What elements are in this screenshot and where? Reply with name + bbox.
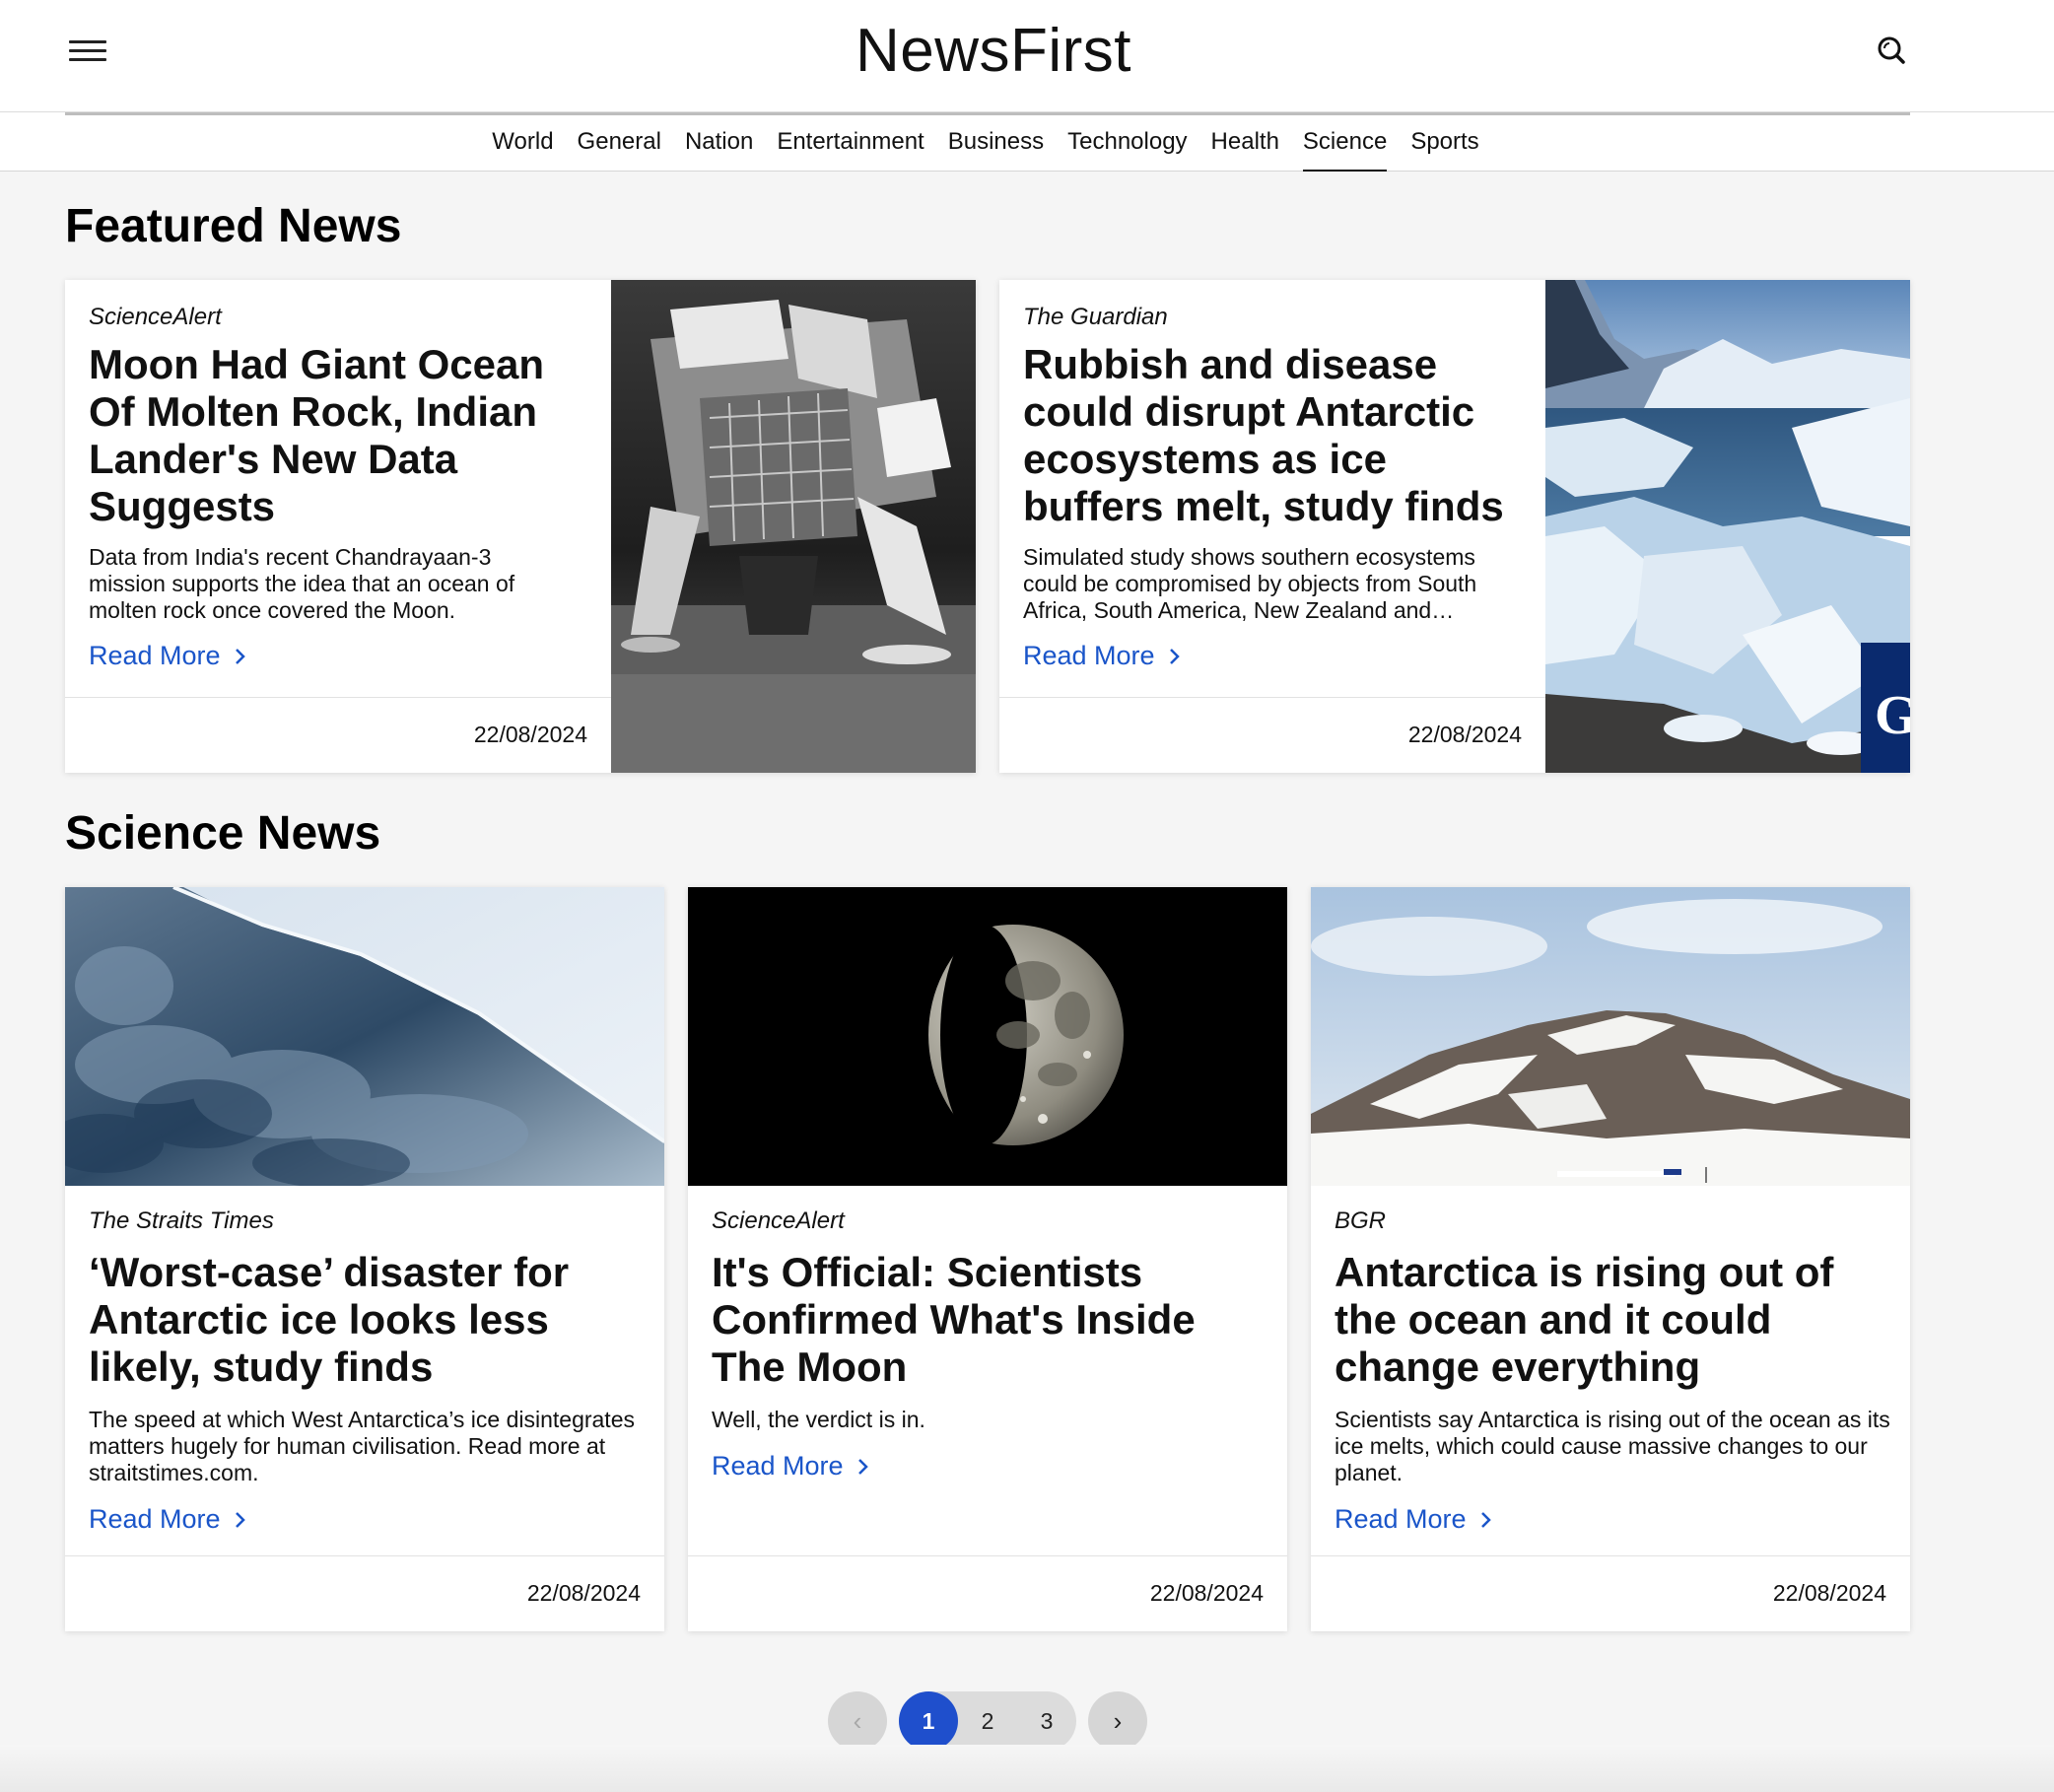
article-source: The Guardian xyxy=(1023,304,1168,330)
article-date: 22/08/2024 xyxy=(1772,1580,1886,1606)
chevron-right-icon xyxy=(235,1511,245,1528)
page-number-group: 1 2 3 xyxy=(899,1691,1076,1751)
read-more-label: Read More xyxy=(1335,1504,1467,1534)
article-description: Data from India's recent Chandrayaan-3 m… xyxy=(89,544,515,623)
article-date: 22/08/2024 xyxy=(1149,1580,1264,1606)
article-image-ice-shelf[interactable] xyxy=(65,887,664,1186)
header: NewsFirst xyxy=(0,0,2054,112)
card-footer: 22/08/2024 xyxy=(688,1555,1287,1631)
news-card[interactable]: ScienceAlert It's Official: Scientists C… xyxy=(688,887,1287,1631)
news-card[interactable]: The Straits Times ‘Worst-case’ disaster … xyxy=(65,887,664,1631)
read-more-label: Read More xyxy=(89,1504,221,1534)
article-date: 22/08/2024 xyxy=(526,1580,641,1606)
article-image-moon-lander[interactable] xyxy=(611,280,976,773)
article-source: ScienceAlert xyxy=(712,1207,845,1234)
featured-card[interactable]: ScienceAlert Moon Had Giant Ocean Of Mol… xyxy=(65,280,976,773)
nav-item-general[interactable]: General xyxy=(578,112,661,172)
read-more-link[interactable]: Read More xyxy=(1335,1504,1494,1535)
next-page-button[interactable]: › xyxy=(1088,1691,1147,1751)
nav-item-entertainment[interactable]: Entertainment xyxy=(777,112,924,172)
page-2-button[interactable]: 2 xyxy=(958,1691,1017,1751)
svg-text:G: G xyxy=(1875,685,1910,746)
article-headline[interactable]: It's Official: Scientists Confirmed What… xyxy=(712,1249,1271,1391)
read-more-label: Read More xyxy=(89,641,221,670)
card-footer: 22/08/2024 xyxy=(999,697,1545,773)
card-footer: 22/08/2024 xyxy=(65,697,611,773)
article-image-antarctica-hill[interactable] xyxy=(1311,887,1910,1186)
featured-card[interactable]: The Guardian Rubbish and disease could d… xyxy=(999,280,1910,773)
search-icon[interactable] xyxy=(1873,32,1912,71)
article-description: The speed at which West Antarctica’s ice… xyxy=(89,1407,635,1485)
chevron-right-icon xyxy=(1480,1511,1491,1528)
article-description: Simulated study shows southern ecosystem… xyxy=(1023,544,1477,623)
read-more-link[interactable]: Read More xyxy=(89,641,248,671)
category-nav: World General Nation Entertainment Busin… xyxy=(0,112,2054,172)
article-source: The Straits Times xyxy=(89,1207,274,1234)
article-headline[interactable]: ‘Worst-case’ disaster for Antarctic ice … xyxy=(89,1249,649,1391)
read-more-link[interactable]: Read More xyxy=(1023,641,1183,671)
nav-item-nation[interactable]: Nation xyxy=(685,112,753,172)
page-bottom-shade xyxy=(0,1745,2054,1792)
read-more-link[interactable]: Read More xyxy=(89,1504,248,1535)
news-card[interactable]: BGR Antarctica is rising out of the ocea… xyxy=(1311,887,1910,1631)
read-more-link[interactable]: Read More xyxy=(712,1451,871,1482)
article-source: BGR xyxy=(1335,1207,1387,1234)
read-more-label: Read More xyxy=(1023,641,1155,670)
nav-item-sports[interactable]: Sports xyxy=(1410,112,1478,172)
card-footer: 22/08/2024 xyxy=(1311,1555,1910,1631)
chevron-right-icon xyxy=(857,1458,868,1475)
article-description: Well, the verdict is in. xyxy=(712,1407,925,1432)
featured-news-heading: Featured News xyxy=(65,200,402,252)
card-footer: 22/08/2024 xyxy=(65,1555,664,1631)
article-headline[interactable]: Moon Had Giant Ocean Of Molten Rock, Ind… xyxy=(89,341,601,530)
chevron-right-icon xyxy=(1169,648,1180,664)
article-source: ScienceAlert xyxy=(89,304,222,330)
science-news-heading: Science News xyxy=(65,807,381,860)
nav-item-health[interactable]: Health xyxy=(1211,112,1279,172)
article-description: Scientists say Antarctica is rising out … xyxy=(1335,1407,1890,1485)
read-more-label: Read More xyxy=(712,1451,844,1481)
article-image-moon[interactable] xyxy=(688,887,1287,1186)
article-image-antarctic-ice[interactable]: G xyxy=(1545,280,1910,773)
prev-page-button[interactable]: ‹ xyxy=(828,1691,887,1751)
site-logo[interactable]: NewsFirst xyxy=(0,16,1987,86)
page-1-button[interactable]: 1 xyxy=(899,1691,958,1751)
article-date: 22/08/2024 xyxy=(1407,722,1522,747)
article-headline[interactable]: Antarctica is rising out of the ocean an… xyxy=(1335,1249,1894,1391)
article-headline[interactable]: Rubbish and disease could disrupt Antarc… xyxy=(1023,341,1536,530)
article-date: 22/08/2024 xyxy=(473,722,587,747)
nav-item-business[interactable]: Business xyxy=(948,112,1044,172)
nav-item-world[interactable]: World xyxy=(492,112,553,172)
nav-item-science[interactable]: Science xyxy=(1302,112,1388,172)
nav-item-technology[interactable]: Technology xyxy=(1067,112,1187,172)
chevron-right-icon xyxy=(235,648,245,664)
page-3-button[interactable]: 3 xyxy=(1017,1691,1076,1751)
